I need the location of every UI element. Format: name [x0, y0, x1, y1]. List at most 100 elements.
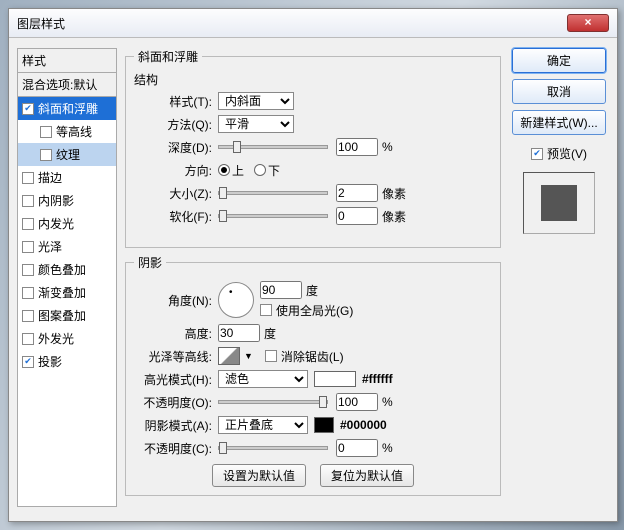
soften-label: 软化(F): — [134, 208, 212, 225]
shadow-opacity-input[interactable] — [336, 439, 378, 457]
style-label: 纹理 — [56, 146, 80, 163]
preview-label: 预览(V) — [547, 145, 587, 162]
style-checkbox[interactable] — [22, 218, 34, 230]
highlight-mode-select[interactable]: 滤色 — [218, 370, 308, 388]
radio-icon — [218, 164, 230, 176]
main-column: 斜面和浮雕 结构 样式(T): 内斜面 方法(Q): 平滑 深度(D): — [125, 48, 501, 507]
ok-button[interactable]: 确定 — [512, 48, 606, 73]
style-item[interactable]: 等高线 — [18, 120, 116, 143]
antialias-checkbox[interactable] — [265, 350, 277, 362]
depth-label: 深度(D): — [134, 139, 212, 156]
radio-icon — [254, 164, 266, 176]
style-checkbox[interactable] — [22, 195, 34, 207]
style-label: 颜色叠加 — [38, 261, 86, 278]
styles-header: 样式 — [17, 48, 117, 73]
cancel-button[interactable]: 取消 — [512, 79, 606, 104]
altitude-label: 高度: — [134, 325, 212, 342]
angle-dial[interactable] — [218, 282, 254, 318]
style-label: 外发光 — [38, 330, 74, 347]
direction-up[interactable]: 上 — [218, 162, 244, 179]
global-light-label: 使用全局光(G) — [276, 302, 353, 319]
style-item[interactable]: 外发光 — [18, 327, 116, 350]
technique-select[interactable]: 平滑 — [218, 115, 294, 133]
style-item[interactable]: 投影 — [18, 350, 116, 373]
style-item[interactable]: 颜色叠加 — [18, 258, 116, 281]
size-input[interactable] — [336, 184, 378, 202]
make-default-button[interactable]: 设置为默认值 — [212, 464, 306, 487]
style-checkbox[interactable] — [22, 310, 34, 322]
style-checkbox[interactable] — [22, 172, 34, 184]
bevel-group: 斜面和浮雕 结构 样式(T): 内斜面 方法(Q): 平滑 深度(D): — [125, 48, 501, 248]
highlight-hex: #ffffff — [362, 372, 393, 386]
style-label: 样式(T): — [134, 93, 212, 110]
structure-group: 结构 样式(T): 内斜面 方法(Q): 平滑 深度(D): % — [134, 71, 492, 233]
style-checkbox[interactable] — [22, 333, 34, 345]
style-item[interactable]: 内发光 — [18, 212, 116, 235]
soften-slider[interactable] — [218, 214, 328, 218]
shadow-mode-select[interactable]: 正片叠底 — [218, 416, 308, 434]
soften-input[interactable] — [336, 207, 378, 225]
size-label: 大小(Z): — [134, 185, 212, 202]
titlebar[interactable]: 图层样式 × — [9, 9, 617, 38]
direction-down[interactable]: 下 — [254, 162, 280, 179]
preview-swatch — [541, 185, 577, 221]
preview-checkbox[interactable] — [531, 148, 543, 160]
highlight-opacity-input[interactable] — [336, 393, 378, 411]
layer-style-dialog: 图层样式 × 样式 混合选项:默认 斜面和浮雕等高线纹理描边内阴影内发光光泽颜色… — [8, 8, 618, 522]
style-label: 投影 — [38, 353, 62, 370]
style-label: 内发光 — [38, 215, 74, 232]
style-label: 内阴影 — [38, 192, 74, 209]
style-checkbox[interactable] — [40, 149, 52, 161]
gloss-contour-label: 光泽等高线: — [134, 348, 212, 365]
depth-slider[interactable] — [218, 145, 328, 149]
direction-label: 方向: — [134, 162, 212, 179]
styles-list: 斜面和浮雕等高线纹理描边内阴影内发光光泽颜色叠加渐变叠加图案叠加外发光投影 — [17, 97, 117, 507]
style-checkbox[interactable] — [22, 356, 34, 368]
angle-input[interactable] — [260, 281, 302, 299]
style-item[interactable]: 光泽 — [18, 235, 116, 258]
style-item[interactable]: 纹理 — [18, 143, 116, 166]
depth-input[interactable] — [336, 138, 378, 156]
style-checkbox[interactable] — [40, 126, 52, 138]
style-item[interactable]: 渐变叠加 — [18, 281, 116, 304]
global-light-checkbox[interactable] — [260, 304, 272, 316]
shading-legend: 阴影 — [134, 254, 166, 271]
highlight-opacity-unit: % — [382, 395, 393, 409]
style-checkbox[interactable] — [22, 241, 34, 253]
preview-box — [523, 172, 595, 234]
style-item[interactable]: 描边 — [18, 166, 116, 189]
technique-label: 方法(Q): — [134, 116, 212, 133]
highlight-color-swatch[interactable] — [314, 371, 356, 387]
shadow-hex: #000000 — [340, 418, 387, 432]
window-title: 图层样式 — [17, 15, 567, 32]
close-button[interactable]: × — [567, 14, 609, 32]
style-checkbox[interactable] — [22, 287, 34, 299]
style-label: 光泽 — [38, 238, 62, 255]
shadow-opacity-slider[interactable] — [218, 446, 328, 450]
right-column: 确定 取消 新建样式(W)... 预览(V) — [509, 48, 609, 507]
style-label: 描边 — [38, 169, 62, 186]
style-item[interactable]: 内阴影 — [18, 189, 116, 212]
altitude-input[interactable] — [218, 324, 260, 342]
gloss-contour-picker[interactable] — [218, 347, 240, 365]
size-slider[interactable] — [218, 191, 328, 195]
chevron-down-icon[interactable]: ▼ — [244, 351, 253, 361]
shading-group: 阴影 角度(N): 度 使用全局光(G) — [125, 254, 501, 496]
style-label: 斜面和浮雕 — [38, 100, 98, 117]
reset-default-button[interactable]: 复位为默认值 — [320, 464, 414, 487]
bevel-legend: 斜面和浮雕 — [134, 48, 202, 65]
blend-options[interactable]: 混合选项:默认 — [17, 73, 117, 97]
depth-unit: % — [382, 140, 393, 154]
style-item[interactable]: 图案叠加 — [18, 304, 116, 327]
style-checkbox[interactable] — [22, 103, 34, 115]
soften-unit: 像素 — [382, 208, 406, 225]
altitude-unit: 度 — [264, 325, 276, 342]
shadow-color-swatch[interactable] — [314, 417, 334, 433]
new-style-button[interactable]: 新建样式(W)... — [512, 110, 606, 135]
highlight-opacity-slider[interactable] — [218, 400, 328, 404]
style-checkbox[interactable] — [22, 264, 34, 276]
style-item[interactable]: 斜面和浮雕 — [18, 97, 116, 120]
shadow-opacity-unit: % — [382, 441, 393, 455]
style-select[interactable]: 内斜面 — [218, 92, 294, 110]
structure-legend: 结构 — [134, 71, 158, 88]
